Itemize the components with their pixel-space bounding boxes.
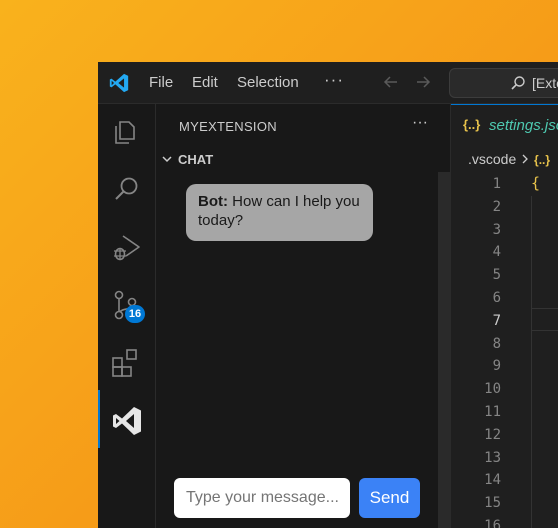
run-debug-icon[interactable] [110, 230, 144, 264]
line-number: 16 [484, 518, 501, 528]
chevron-down-icon[interactable] [161, 153, 173, 165]
forward-arrow-icon[interactable] [414, 73, 432, 91]
extensions-icon[interactable] [110, 346, 144, 380]
line-number: 3 [492, 221, 501, 238]
line-number: 1 [492, 176, 501, 192]
breadcrumb[interactable]: .vscode {..} [468, 151, 550, 167]
title-bar: File Edit Selection ··· [Exte [98, 62, 558, 104]
line-number: 11 [484, 404, 501, 420]
activity-bar: 16 [98, 104, 156, 528]
sidebar-title: MYEXTENSION [179, 119, 277, 134]
chat-section-header[interactable]: CHAT [178, 152, 213, 167]
line-number: 4 [492, 244, 501, 261]
line-number: 2 [492, 198, 501, 215]
line-number: 15 [484, 495, 501, 512]
source-control-badge: 16 [125, 305, 145, 323]
line-number: 7 [492, 312, 501, 329]
line-number: 9 [492, 358, 501, 375]
active-view-indicator [98, 390, 100, 448]
json-file-icon: {..} [534, 153, 551, 167]
indent-guide [531, 196, 532, 528]
editor-tabs: {..} settings.json [451, 104, 558, 147]
menu-more-button[interactable]: ··· [324, 70, 344, 90]
editor-area: {..} settings.json .vscode {..} 12345678… [451, 104, 558, 528]
line-number: 6 [492, 290, 501, 306]
command-center-text: [Exte [532, 75, 558, 91]
line-number: 13 [484, 449, 501, 466]
line-number: 5 [492, 267, 501, 284]
tab-label: settings.json [489, 117, 558, 134]
sidebar-more-button[interactable]: ··· [412, 114, 428, 132]
line-number: 8 [492, 335, 501, 352]
menu-file[interactable]: File [149, 74, 173, 91]
json-file-icon: {..} [463, 117, 481, 132]
code-line-1[interactable]: { [531, 174, 540, 192]
line-number: 10 [484, 381, 501, 398]
menu-edit[interactable]: Edit [192, 74, 218, 91]
message-sender: Bot: [198, 193, 228, 210]
back-arrow-icon[interactable] [382, 73, 400, 91]
bot-message: Bot: How can I help you today? [186, 184, 373, 241]
search-icon [511, 76, 525, 90]
vscode-logo-icon [109, 73, 129, 93]
breadcrumb-folder[interactable]: .vscode [468, 151, 516, 167]
tab-settings-json[interactable]: {..} settings.json [451, 104, 558, 147]
chat-message-input[interactable] [174, 478, 350, 518]
vscode-extension-icon[interactable] [110, 404, 144, 438]
current-line-highlight [531, 308, 558, 331]
line-number: 14 [484, 472, 501, 489]
chevron-right-icon [522, 154, 529, 164]
search-icon[interactable] [110, 172, 144, 206]
send-button[interactable]: Send [359, 478, 420, 518]
chat-input-wrapper [174, 478, 350, 518]
side-bar: MYEXTENSION ··· CHAT Bot: How can I help… [156, 104, 451, 528]
line-number: 12 [484, 426, 501, 443]
sidebar-scrollbar[interactable] [438, 172, 450, 528]
explorer-icon[interactable] [110, 114, 144, 148]
vscode-window: File Edit Selection ··· [Exte [98, 62, 558, 528]
command-center-search[interactable]: [Exte [449, 68, 558, 98]
menu-selection[interactable]: Selection [237, 74, 299, 91]
